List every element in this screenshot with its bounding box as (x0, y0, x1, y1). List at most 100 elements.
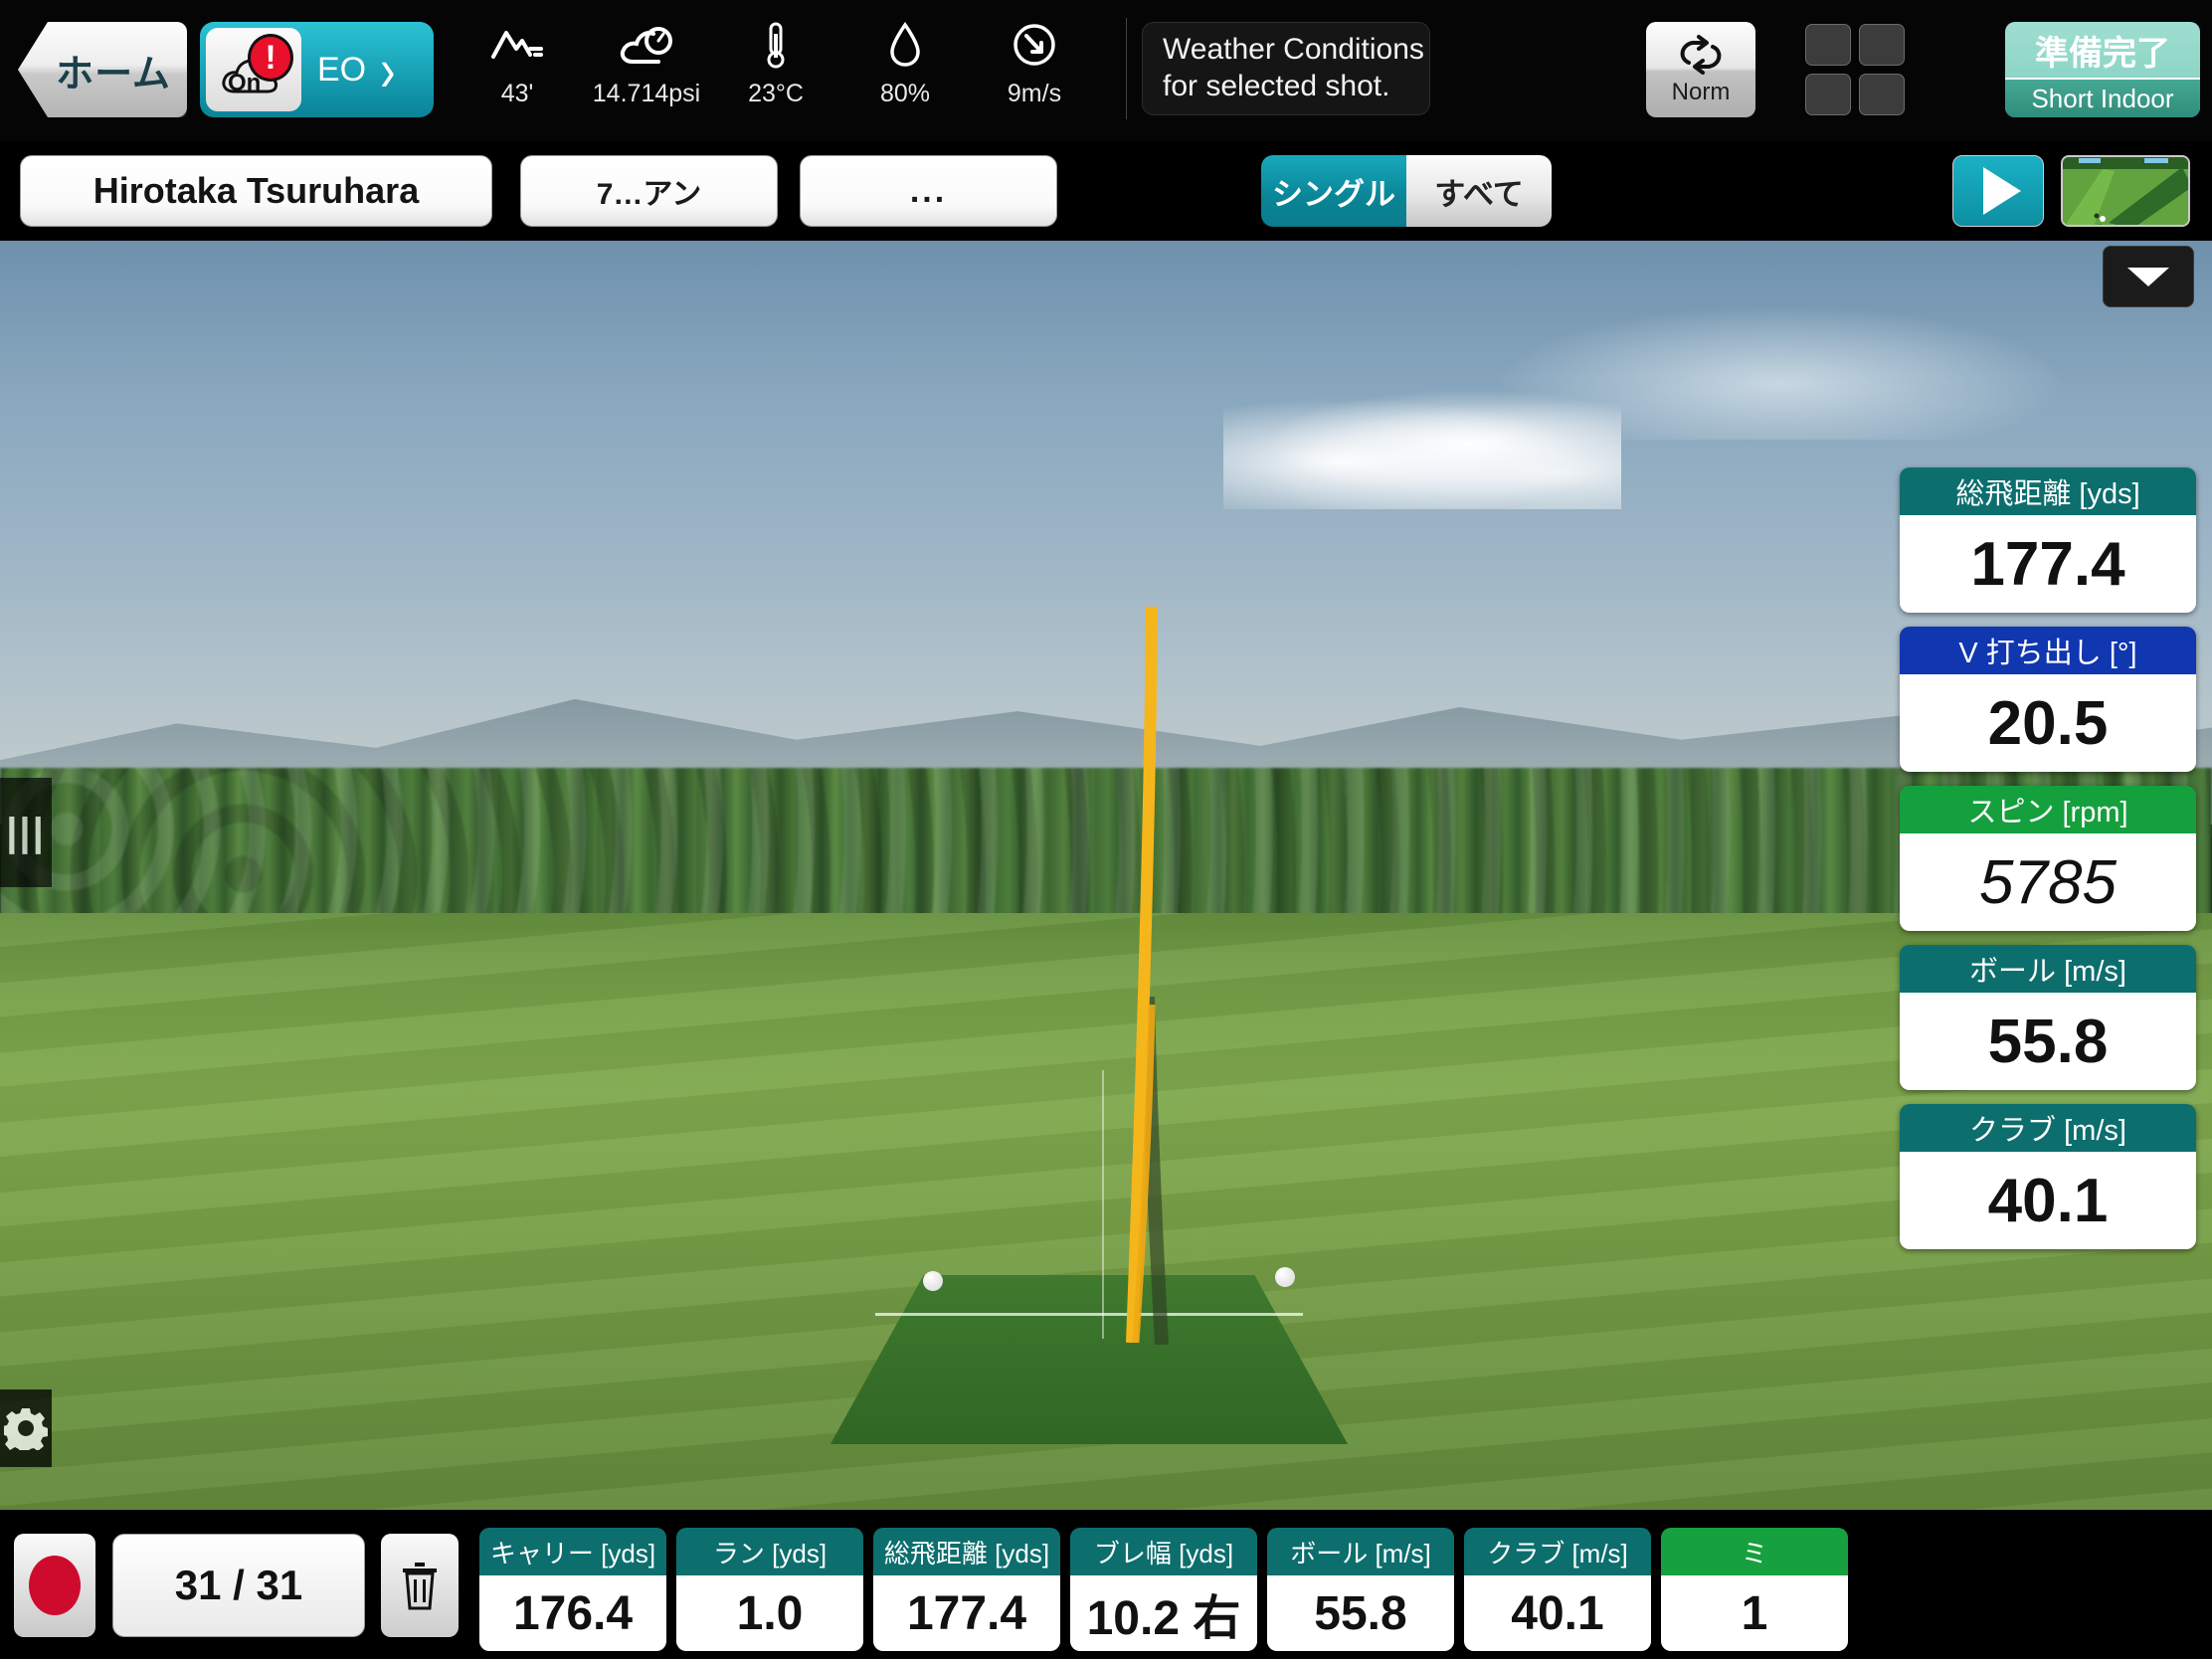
bottom-toolbar: 31 / 31 キャリー [yds] 176.4 ラン [yds] 1.0 総飛… (0, 1510, 2212, 1659)
stat-card[interactable]: ラン [yds] 1.0 (676, 1528, 863, 1651)
stat-label: ボール [m/s] (1267, 1528, 1454, 1575)
home-button[interactable]: ホーム (18, 22, 187, 117)
layout-cell-1[interactable] (1805, 24, 1851, 66)
panel-handle-button[interactable]: ||| (0, 778, 52, 887)
shot-counter-value: 31 / 31 (174, 1562, 303, 1608)
ready-status-mode: Short Indoor (2005, 80, 2200, 117)
stat-card[interactable]: キャリー [yds] 176.4 (479, 1528, 666, 1651)
settings-button[interactable] (0, 1389, 52, 1467)
stat-card[interactable]: クラブ [m/s] 40.1 (1464, 1528, 1651, 1651)
stat-card[interactable]: ボール [m/s] 55.8 (1267, 1528, 1454, 1651)
stat-body: 10.2 右 (1070, 1575, 1257, 1651)
layout-cell-4[interactable] (1859, 74, 1905, 115)
panel-handle-glyph: ||| (6, 810, 46, 854)
stat-body: 40.1 (1464, 1575, 1651, 1651)
ready-status-title: 準備完了 (2005, 22, 2200, 80)
weather-readouts: 43' 14.714psi 23°C 80% 9m/s (453, 14, 1099, 108)
mountain-altitude-icon (489, 14, 545, 76)
gear-icon (4, 1408, 48, 1450)
stat-label: ミ (1661, 1528, 1848, 1575)
stat-value: 177.4 (906, 1586, 1027, 1640)
metric-card-label: ボール [m/s] (1900, 945, 2196, 993)
stat-label: 総飛距離 [yds] (873, 1528, 1060, 1575)
wind-direction-icon (1011, 14, 1058, 76)
delete-shot-button[interactable] (381, 1534, 459, 1637)
stat-body: 1.0 (676, 1575, 863, 1651)
metric-card[interactable]: クラブ [m/s] 40.1 (1900, 1104, 2196, 1249)
chevron-right-icon: › (380, 34, 396, 105)
record-button[interactable] (14, 1534, 95, 1637)
stat-value: 40.1 (1511, 1586, 1604, 1640)
humidity-drop-icon (887, 14, 923, 76)
humidity-value: 80% (879, 80, 931, 107)
metric-card-body: 5785 (1900, 833, 2196, 931)
weather-item-temperature[interactable]: 23°C (711, 14, 840, 108)
alert-icon: ! (248, 34, 293, 82)
metric-card[interactable]: ボール [m/s] 55.8 (1900, 945, 2196, 1090)
trash-icon (403, 1563, 437, 1610)
pressure-value: 14.714psi (592, 80, 701, 107)
stat-card[interactable]: ミ 1 (1661, 1528, 1848, 1651)
metric-card-list: 総飛距離 [yds] 177.4 V 打ち出し [°] 20.5 スピン [rp… (1900, 467, 2196, 1263)
eo-cloud-badge: On ! (206, 28, 301, 111)
more-options-button[interactable]: ... (800, 155, 1057, 227)
stat-card[interactable]: ブレ幅 [yds] 10.2 右 (1070, 1528, 1257, 1651)
weather-item-wind[interactable]: 9m/s (970, 14, 1099, 108)
metric-card[interactable]: スピン [rpm] 5785 (1900, 786, 2196, 931)
tab-single[interactable]: シングル (1261, 155, 1406, 227)
record-icon (29, 1556, 81, 1615)
weather-item-pressure[interactable]: 14.714psi (582, 14, 711, 108)
weather-note-line1: Weather Conditions (1163, 33, 1424, 67)
cloud-pressure-icon (619, 14, 674, 76)
shot-trajectory-line (1126, 607, 1158, 1343)
stat-value: 10.2 右 (1086, 1592, 1241, 1645)
view-mode-tabs[interactable]: シングル すべて (1261, 155, 1552, 227)
weather-note-line2: for selected shot. (1163, 70, 1390, 102)
eo-status-button[interactable]: On ! EO › (200, 22, 434, 117)
player-selector[interactable]: Hirotaka Tsuruhara (20, 155, 492, 227)
stat-value: 1 (1741, 1586, 1768, 1640)
weather-item-altitude[interactable]: 43' (453, 14, 582, 108)
player-name: Hirotaka Tsuruhara (92, 170, 420, 211)
sub-toolbar: Hirotaka Tsuruhara 7…アン ... シングル すべて (0, 141, 2212, 241)
normalize-button[interactable]: Norm (1646, 22, 1755, 117)
ready-status-button[interactable]: 準備完了 Short Indoor (2005, 22, 2200, 117)
layout-cell-2[interactable] (1859, 24, 1905, 66)
tab-all[interactable]: すべて (1406, 155, 1552, 227)
metric-card-value: 20.5 (1987, 688, 2109, 758)
shot-3d-view[interactable]: ||| question-mark-icon ? 総飛距離 [yds] 177.… (0, 241, 2212, 1510)
metric-card-body: 177.4 (1900, 515, 2196, 613)
temperature-value: 23°C (748, 80, 804, 107)
weather-item-humidity[interactable]: 80% (840, 14, 970, 108)
home-button-label: ホーム (56, 53, 171, 95)
stat-value: 1.0 (736, 1586, 804, 1640)
club-selector[interactable]: 7…アン (520, 155, 778, 227)
stat-body: 55.8 (1267, 1575, 1454, 1651)
stat-body: 1 (1661, 1575, 1848, 1651)
tee-alignment-line (875, 1313, 1303, 1316)
tee-ball-left (923, 1271, 943, 1291)
alert-glyph: ! (265, 39, 276, 77)
cloud-front (1223, 390, 1621, 509)
metric-card-label: 総飛距離 [yds] (1900, 467, 2196, 515)
stat-value: 176.4 (512, 1586, 634, 1640)
metric-card[interactable]: 総飛距離 [yds] 177.4 (1900, 467, 2196, 613)
treeline (0, 767, 2212, 920)
layout-cell-3[interactable] (1805, 74, 1851, 115)
app-root: ホーム On ! EO › 43' 14.714psi 23°C 80% 9m/… (0, 0, 2212, 1659)
wind-value: 9m/s (1007, 80, 1062, 107)
course-minimap[interactable] (2061, 155, 2190, 227)
more-label: ... (909, 171, 948, 210)
altitude-value: 43' (500, 80, 534, 107)
vertical-reference-line (1102, 1070, 1104, 1339)
metric-card-label: スピン [rpm] (1900, 786, 2196, 833)
metric-card-value: 5785 (1979, 847, 2117, 917)
stat-label: ブレ幅 [yds] (1070, 1528, 1257, 1575)
stat-label: キャリー [yds] (479, 1528, 666, 1575)
stat-card[interactable]: 総飛距離 [yds] 177.4 (873, 1528, 1060, 1651)
shot-counter[interactable]: 31 / 31 (112, 1534, 365, 1637)
collapse-panel-button[interactable] (2103, 246, 2194, 307)
play-button[interactable] (1952, 155, 2044, 227)
metric-card[interactable]: V 打ち出し [°] 20.5 (1900, 627, 2196, 772)
layout-grid-buttons[interactable] (1805, 24, 1905, 115)
